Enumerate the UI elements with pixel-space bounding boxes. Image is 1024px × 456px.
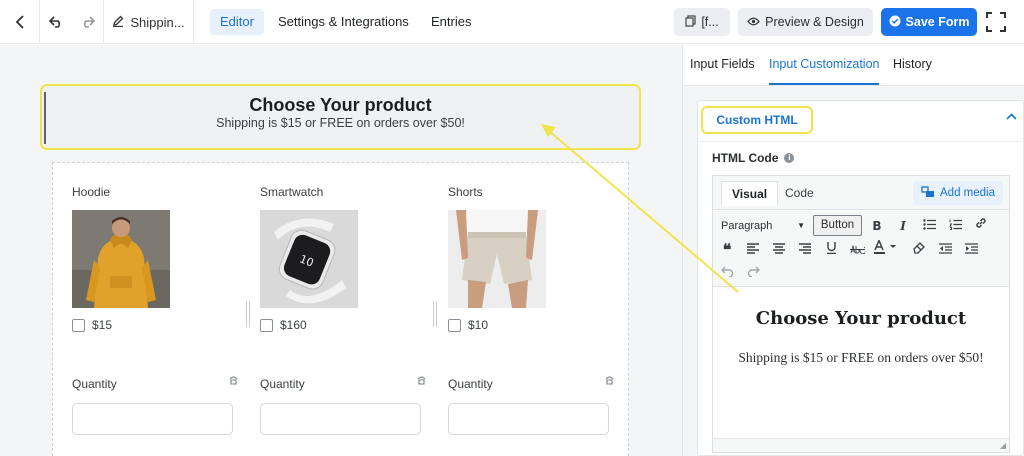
custom-html-block[interactable]: Choose Your product Shipping is $15 or F… xyxy=(40,84,641,150)
product-price-option[interactable]: $10 xyxy=(448,318,488,332)
fullscreen-icon[interactable] xyxy=(986,12,1006,37)
outdent-icon[interactable] xyxy=(935,240,955,260)
quantity-label: Quantity xyxy=(72,377,117,391)
add-media-label: Add media xyxy=(940,187,995,199)
column-resize-handle[interactable] xyxy=(433,301,437,327)
format-select[interactable]: Paragraph ▼ xyxy=(717,216,809,236)
chevron-up-icon[interactable] xyxy=(1006,109,1017,123)
hoodie-image xyxy=(72,210,170,308)
undo-icon[interactable] xyxy=(40,0,72,44)
strikethrough-icon[interactable] xyxy=(847,240,867,260)
price-checkbox[interactable] xyxy=(72,318,85,332)
smartwatch-image: 10 xyxy=(260,210,358,308)
tab-input-customization[interactable]: Input Customization xyxy=(769,57,879,71)
form-title[interactable]: Shippin... xyxy=(104,0,194,44)
tab-input-fields[interactable]: Input Fields xyxy=(690,57,755,71)
check-circle-icon xyxy=(889,15,901,30)
editor-tabs: Visual Code Add media xyxy=(713,176,1009,210)
align-center-icon[interactable] xyxy=(769,240,789,260)
quantity-label: Quantity xyxy=(260,377,305,391)
section-divider xyxy=(698,141,1024,142)
section-title[interactable]: Custom HTML xyxy=(701,106,813,134)
shortcode-button[interactable]: [f... xyxy=(674,8,730,36)
caret-down-icon: ▼ xyxy=(797,221,805,230)
html-editor: Visual Code Add media Paragraph ▼ Button xyxy=(712,175,1010,453)
quantity-input[interactable] xyxy=(260,403,421,435)
align-left-icon[interactable] xyxy=(743,240,763,260)
calculator-icon xyxy=(228,375,239,389)
bold-icon[interactable]: B xyxy=(867,216,887,236)
calculator-icon xyxy=(604,375,615,389)
html-code-text: HTML Code xyxy=(712,151,779,165)
insert-button-tool[interactable]: Button xyxy=(813,215,862,236)
price-checkbox[interactable] xyxy=(260,318,273,332)
undo-edit-icon[interactable] xyxy=(717,263,737,283)
calculator-icon xyxy=(416,375,427,389)
product-name: Smartwatch xyxy=(260,185,324,199)
shortcode-label: [f... xyxy=(701,15,719,29)
text-color-icon[interactable] xyxy=(873,238,903,260)
quantity-label: Quantity xyxy=(448,377,493,391)
preview-design-button[interactable]: Preview & Design xyxy=(738,8,873,36)
blockquote-icon[interactable]: ❝ xyxy=(717,240,737,260)
settings-panel: Input Fields Input Customization History… xyxy=(683,45,1024,456)
eraser-icon[interactable] xyxy=(909,240,929,260)
column-resize-handle[interactable] xyxy=(246,301,250,327)
back-icon[interactable] xyxy=(0,0,40,44)
italic-icon[interactable]: I xyxy=(893,216,913,236)
add-media-button[interactable]: Add media xyxy=(913,181,1003,205)
form-title-text: Shippin... xyxy=(130,14,185,30)
block-title: Choose Your product xyxy=(249,95,432,115)
save-form-button[interactable]: Save Form xyxy=(881,8,977,36)
block-subtitle: Shipping is $15 or FREE on orders over $… xyxy=(216,116,465,130)
indent-icon[interactable] xyxy=(961,240,981,260)
price-label: $160 xyxy=(280,318,307,332)
html-code-label: HTML Code i xyxy=(712,151,795,165)
product-name: Shorts xyxy=(448,185,483,199)
copy-icon xyxy=(685,14,696,30)
tab-editor[interactable]: Editor xyxy=(210,9,264,35)
preview-label: Preview & Design xyxy=(765,15,864,29)
editor-paragraph: Shipping is $15 or FREE on orders over $… xyxy=(738,350,984,365)
format-select-value: Paragraph xyxy=(721,220,773,232)
underline-icon[interactable] xyxy=(821,240,841,260)
product-columns: Hoodie $15 Quantity Smartwatch 10 $160 Q… xyxy=(52,162,629,456)
eye-icon xyxy=(747,15,760,29)
info-icon[interactable]: i xyxy=(784,153,795,163)
align-right-icon[interactable] xyxy=(795,240,815,260)
editor-tab-visual[interactable]: Visual xyxy=(721,181,779,206)
product-price-option[interactable]: $160 xyxy=(260,318,307,332)
link-icon[interactable] xyxy=(971,216,991,236)
bullet-list-icon[interactable] xyxy=(919,216,939,236)
redo-edit-icon[interactable] xyxy=(743,263,763,283)
numbered-list-icon[interactable] xyxy=(945,216,965,236)
tab-history[interactable]: History xyxy=(893,57,932,71)
editor-tab-code[interactable]: Code xyxy=(775,181,824,206)
product-name: Hoodie xyxy=(72,185,111,199)
active-tab-indicator xyxy=(769,83,879,85)
editor-statusbar: ◢ xyxy=(713,438,1009,452)
price-checkbox[interactable] xyxy=(448,318,461,332)
pencil-icon xyxy=(112,15,124,30)
shorts-image xyxy=(448,210,546,308)
editor-content-area[interactable]: Choose Your product Shipping is $15 or F… xyxy=(713,288,1009,438)
tab-entries[interactable]: Entries xyxy=(421,9,481,35)
media-icon xyxy=(921,185,935,201)
save-label: Save Form xyxy=(905,15,970,29)
redo-icon[interactable] xyxy=(72,0,104,44)
product-price-option[interactable]: $15 xyxy=(72,318,112,332)
top-bar: Shippin... Editor Settings & Integration… xyxy=(0,0,1024,44)
price-label: $10 xyxy=(468,318,489,332)
resize-grip-icon[interactable]: ◢ xyxy=(1000,441,1006,450)
custom-html-section: Custom HTML HTML Code i Visual Code Add xyxy=(697,100,1024,456)
editor-toolbar: Paragraph ▼ Button B I ❝ xyxy=(713,211,1009,287)
panel-body: Custom HTML HTML Code i Visual Code Add xyxy=(683,86,1024,456)
editor-heading: Choose Your product xyxy=(755,308,967,329)
quantity-input[interactable] xyxy=(72,403,233,435)
tab-settings-integrations[interactable]: Settings & Integrations xyxy=(268,9,419,35)
quantity-input[interactable] xyxy=(448,403,609,435)
price-label: $15 xyxy=(92,318,113,332)
